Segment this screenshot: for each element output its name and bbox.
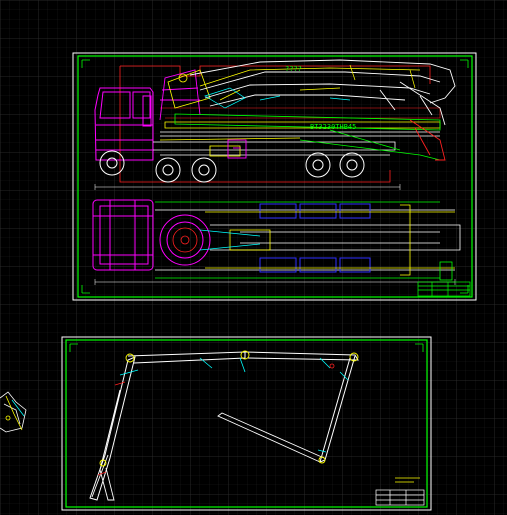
cad-drawing-canvas[interactable]: ???? BT3230THB45: [0, 0, 507, 515]
boom-text-label: ????: [285, 65, 302, 73]
chassis-code-label: BT3230THB45: [310, 123, 356, 131]
